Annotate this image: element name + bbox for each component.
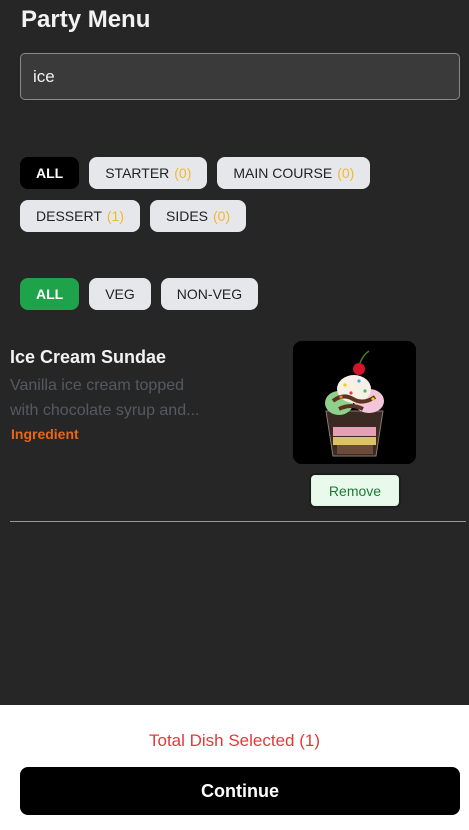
- search-input[interactable]: ice: [20, 53, 460, 100]
- course-chip-dessert[interactable]: DESSERT (1): [20, 200, 140, 232]
- course-filter-row-2: DESSERT (1) SIDES (0): [20, 200, 247, 232]
- course-chip-starter[interactable]: STARTER (0): [89, 157, 208, 189]
- chip-label: SIDES: [166, 208, 209, 224]
- chip-label: DESSERT: [36, 208, 102, 224]
- chip-count: (1): [106, 208, 124, 224]
- dish-tag[interactable]: Ingredient: [11, 426, 79, 442]
- chip-count: (0): [213, 208, 231, 224]
- page-title: Party Menu: [21, 6, 151, 33]
- diet-chip-all[interactable]: ALL: [20, 278, 80, 310]
- chip-label: ALL: [36, 286, 64, 302]
- continue-button[interactable]: Continue: [20, 767, 460, 815]
- sundae-image: [293, 341, 416, 464]
- diet-chip-veg[interactable]: VEG: [89, 278, 151, 310]
- chip-count: (0): [337, 165, 355, 181]
- chip-label: MAIN COURSE: [233, 165, 333, 181]
- course-chip-all[interactable]: ALL: [20, 157, 80, 189]
- dish-description-line: Vanilla ice cream topped: [10, 377, 185, 394]
- sundae-illustration: [293, 341, 416, 464]
- course-chip-main-course[interactable]: MAIN COURSE (0): [217, 157, 371, 189]
- dish-description: Vanilla ice cream topped with chocolate …: [10, 373, 240, 423]
- chip-label: ALL: [36, 165, 64, 181]
- chip-label: NON-VEG: [176, 286, 243, 302]
- dish-description-line: with chocolate syrup and...: [10, 402, 200, 419]
- footer-bar: Total Dish Selected (1) Continue: [0, 705, 469, 830]
- diet-chip-non-veg[interactable]: NON-VEG: [160, 278, 259, 310]
- diet-filter-row: ALL VEG NON-VEG: [20, 278, 259, 310]
- total-selected: Total Dish Selected (1): [148, 731, 321, 750]
- remove-button[interactable]: Remove: [309, 473, 401, 508]
- dish-name: Ice Cream Sundae: [10, 347, 167, 367]
- divider: [10, 521, 466, 522]
- course-chip-sides[interactable]: SIDES (0): [150, 200, 247, 232]
- chip-count: (0): [174, 165, 192, 181]
- course-filter-row-1: ALL STARTER (0) MAIN COURSE (0): [20, 157, 371, 189]
- chip-label: STARTER: [105, 165, 170, 181]
- chip-label: VEG: [105, 286, 135, 302]
